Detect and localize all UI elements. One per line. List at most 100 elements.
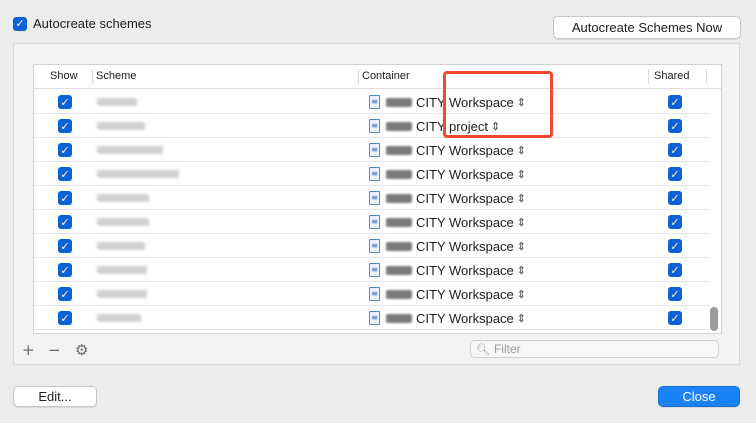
gear-icon[interactable]: ⚙ [75,341,88,359]
container-popup[interactable]: ≡ CITY Workspace ⇕ [369,237,526,255]
container-label: CITY Workspace [416,262,514,278]
container-name-redacted [386,121,412,131]
header-show[interactable]: Show [50,70,78,82]
autocreate-schemes-checkbox[interactable]: ✓ Autocreate schemes [13,16,152,31]
table-row[interactable]: ✓ ≡ CITY Workspace ⇕ ✓ [34,186,710,210]
scheme-name-redacted [97,242,145,250]
container-popup[interactable]: ≡ CITY Workspace ⇕ [369,213,526,231]
container-popup[interactable]: ≡ CITY Workspace ⇕ [369,261,526,279]
table-row[interactable]: ✓ ≡ CITY Workspace ⇕ ✓ [34,210,710,234]
add-icon[interactable]: + [22,341,35,359]
show-checkbox[interactable]: ✓ [58,287,72,301]
chevron-updown-icon: ⇕ [516,311,526,325]
edit-button[interactable]: Edit... [13,386,97,407]
checkmark-icon[interactable]: ✓ [13,16,27,31]
table-row[interactable]: ✓ ≡ CITY project ⇕ ✓ [34,114,710,138]
table-row[interactable]: ✓ ≡ CITY Workspace ⇕ ✓ [34,138,710,162]
header-container[interactable]: Container [362,70,410,82]
workspace-file-icon: ≡ [369,119,380,133]
scheme-name-redacted [97,146,163,154]
workspace-file-icon: ≡ [369,239,380,253]
shared-checkbox[interactable]: ✓ [668,287,682,301]
shared-checkbox[interactable]: ✓ [668,263,682,277]
show-checkbox[interactable]: ✓ [58,167,72,181]
container-name-redacted [386,289,412,299]
container-name-redacted [386,145,412,155]
column-divider[interactable] [706,69,707,84]
container-label: CITY Workspace [416,190,514,206]
search-icon: 🔍︎ [476,342,490,356]
show-checkbox[interactable]: ✓ [58,95,72,109]
container-name-redacted [386,313,412,323]
container-popup[interactable]: ≡ CITY Workspace ⇕ [369,189,526,207]
shared-checkbox[interactable]: ✓ [668,95,682,109]
scheme-name-redacted [97,98,137,106]
annotation-highlight-box [443,71,553,138]
show-checkbox[interactable]: ✓ [58,119,72,133]
chevron-updown-icon: ⇕ [516,215,526,229]
show-checkbox[interactable]: ✓ [58,311,72,325]
scheme-name-redacted [97,194,149,202]
column-divider[interactable] [648,69,649,84]
container-name-redacted [386,193,412,203]
container-name-redacted [386,217,412,227]
workspace-file-icon: ≡ [369,215,380,229]
container-label: CITY Workspace [416,310,514,326]
vertical-scrollbar[interactable] [710,307,718,331]
container-label: CITY Workspace [416,166,514,182]
shared-checkbox[interactable]: ✓ [668,167,682,181]
chevron-updown-icon: ⇕ [516,239,526,253]
container-name-redacted [386,241,412,251]
scheme-name-redacted [97,314,141,322]
scheme-name-redacted [97,170,179,178]
chevron-updown-icon: ⇕ [516,143,526,157]
table-body: ✓ ≡ CITY Workspace ⇕ ✓ ✓ ≡ CITY project ⇕ ✓ ✓ ≡ CITY… [34,90,710,330]
header-shared[interactable]: Shared [654,70,689,82]
chevron-updown-icon: ⇕ [516,191,526,205]
column-divider[interactable] [358,69,359,84]
shared-checkbox[interactable]: ✓ [668,311,682,325]
container-label: CITY Workspace [416,286,514,302]
container-popup[interactable]: ≡ CITY Workspace ⇕ [369,285,526,303]
filter-field[interactable]: 🔍︎ Filter [470,340,719,358]
workspace-file-icon: ≡ [369,143,380,157]
show-checkbox[interactable]: ✓ [58,143,72,157]
column-divider[interactable] [92,69,93,84]
container-name-redacted [386,265,412,275]
show-checkbox[interactable]: ✓ [58,239,72,253]
scheme-name-redacted [97,218,149,226]
container-label: CITY Workspace [416,142,514,158]
close-button[interactable]: Close [658,386,740,407]
table-row[interactable]: ✓ ≡ CITY Workspace ⇕ ✓ [34,306,710,330]
container-name-redacted [386,97,412,107]
header-scheme[interactable]: Scheme [96,70,136,82]
table-row[interactable]: ✓ ≡ CITY Workspace ⇕ ✓ [34,282,710,306]
show-checkbox[interactable]: ✓ [58,191,72,205]
workspace-file-icon: ≡ [369,95,380,109]
shared-checkbox[interactable]: ✓ [668,119,682,133]
chevron-updown-icon: ⇕ [516,287,526,301]
autocreate-schemes-label: Autocreate schemes [33,16,152,31]
autocreate-schemes-now-button[interactable]: Autocreate Schemes Now [553,16,741,39]
show-checkbox[interactable]: ✓ [58,215,72,229]
table-header: Show Scheme Container Shared [34,65,721,89]
scheme-name-redacted [97,290,147,298]
shared-checkbox[interactable]: ✓ [668,143,682,157]
workspace-file-icon: ≡ [369,287,380,301]
chevron-updown-icon: ⇕ [516,263,526,277]
container-popup[interactable]: ≡ CITY Workspace ⇕ [369,141,526,159]
table-row[interactable]: ✓ ≡ CITY Workspace ⇕ ✓ [34,90,710,114]
container-label: CITY Workspace [416,214,514,230]
table-row[interactable]: ✓ ≡ CITY Workspace ⇕ ✓ [34,162,710,186]
workspace-file-icon: ≡ [369,263,380,277]
remove-icon[interactable]: − [48,341,61,359]
container-popup[interactable]: ≡ CITY Workspace ⇕ [369,309,526,327]
shared-checkbox[interactable]: ✓ [668,191,682,205]
shared-checkbox[interactable]: ✓ [668,239,682,253]
workspace-file-icon: ≡ [369,311,380,325]
container-popup[interactable]: ≡ CITY Workspace ⇕ [369,165,526,183]
table-row[interactable]: ✓ ≡ CITY Workspace ⇕ ✓ [34,258,710,282]
shared-checkbox[interactable]: ✓ [668,215,682,229]
table-row[interactable]: ✓ ≡ CITY Workspace ⇕ ✓ [34,234,710,258]
show-checkbox[interactable]: ✓ [58,263,72,277]
